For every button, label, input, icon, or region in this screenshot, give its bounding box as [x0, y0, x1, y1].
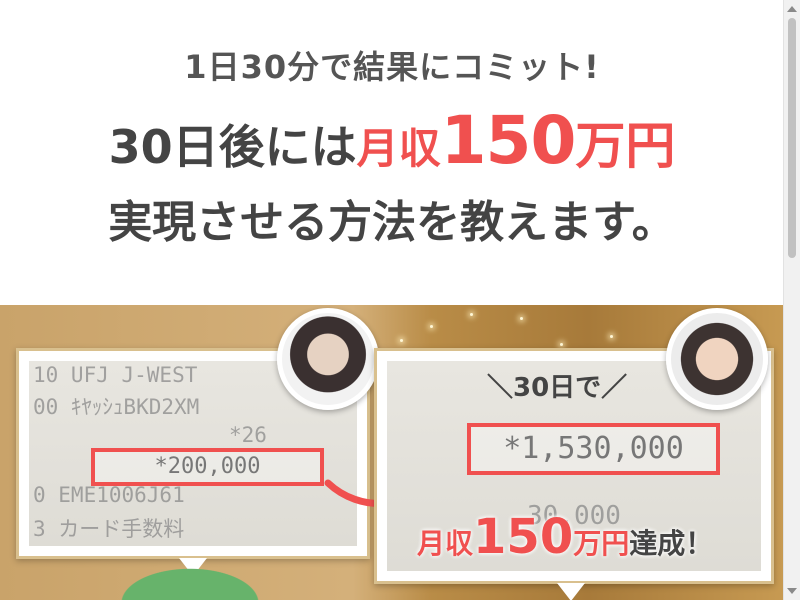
headline-prefix: 30日後には	[108, 120, 357, 174]
hero-subline-wrap: 実現させる方法を教えます。	[0, 186, 784, 250]
hero-tagline: 1日30分で結果にコミット!	[184, 48, 600, 86]
headline-highlight-unit: 万円	[575, 117, 676, 175]
before-after-visual: 10 UFJ J-WEST 00 ｷﾔｯｼｭBKD2XM *26 0 EME10…	[0, 305, 784, 600]
achievement-text: 月収150万円達成！	[417, 509, 713, 565]
receipt-line: 3 カード手数料	[33, 517, 185, 541]
hero-subline-text: 実現させる方法を教えます。	[108, 197, 676, 248]
achievement-prefix: 月収	[417, 527, 474, 560]
achievement-number: 150	[473, 509, 574, 565]
scroll-up-icon[interactable]	[787, 6, 797, 12]
person-image	[110, 563, 270, 600]
after-avatar	[666, 308, 768, 410]
receipt-line: 10 UFJ J-WEST	[33, 363, 198, 387]
scroll-down-icon[interactable]	[787, 588, 797, 594]
scroll-thumb[interactable]	[788, 18, 796, 258]
card-tail	[557, 583, 585, 600]
receipt-line: 00 ｷﾔｯｼｭBKD2XM	[33, 395, 200, 419]
landing-page: 1日30分で結果にコミット! 30日後には月収150万円 実現させる方法を教えま…	[0, 0, 800, 600]
hero-headline: 30日後には月収150万円	[0, 102, 784, 179]
headline-highlight-small: 月収	[356, 124, 441, 173]
receipt-line: 0 EME1006J61	[33, 483, 185, 507]
achievement-unit: 万円	[573, 527, 630, 560]
sparkle	[400, 339, 403, 342]
achievement-suffix: 達成！	[629, 527, 714, 560]
sparkle	[560, 343, 563, 346]
after-amount: *1,530,000	[467, 423, 720, 475]
sparkle	[470, 313, 473, 316]
receipt-line: *26	[229, 423, 267, 447]
before-amount: *200,000	[91, 448, 324, 486]
sparkle	[610, 335, 613, 338]
vertical-scrollbar[interactable]	[783, 0, 800, 600]
sparkle	[520, 317, 523, 320]
headline-highlight-number: 150	[440, 102, 577, 179]
hero-header: 1日30分で結果にコミット! 30日後には月収150万円 実現させる方法を教えま…	[0, 0, 784, 305]
before-avatar	[277, 308, 379, 410]
sparkle	[430, 325, 433, 328]
hero-subline: 実現させる方法を教えます。	[86, 186, 698, 250]
after-label: ＼30日で／	[487, 373, 628, 403]
